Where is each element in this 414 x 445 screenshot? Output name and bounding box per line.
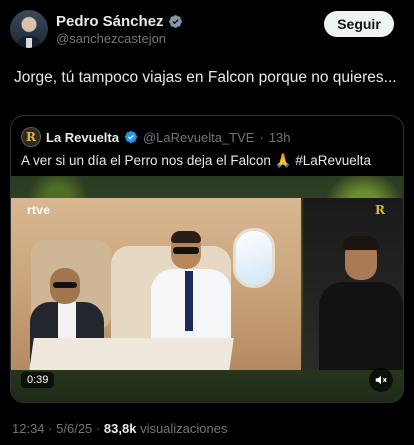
views-label: visualizaciones bbox=[140, 421, 228, 436]
views-count[interactable]: 83,8k bbox=[104, 421, 137, 436]
video-frame-presenter bbox=[303, 198, 403, 370]
video-player[interactable]: rtve R 0:39 bbox=[11, 176, 403, 402]
quoted-author-handle[interactable]: @LaRevuelta_TVE bbox=[143, 130, 254, 145]
plane-table bbox=[28, 338, 234, 370]
person-hair bbox=[171, 231, 201, 243]
author-name-row[interactable]: Pedro Sánchez bbox=[56, 13, 183, 30]
quoted-tweet[interactable]: R La Revuelta @LaRevuelta_TVE · 13h A ve… bbox=[10, 115, 404, 403]
tweet-text: Jorge, tú tampoco viajas en Falcon porqu… bbox=[14, 69, 397, 86]
broadcaster-logo: rtve bbox=[27, 203, 51, 217]
author-name[interactable]: Pedro Sánchez bbox=[56, 13, 164, 30]
show-corner-logo: R bbox=[375, 203, 385, 217]
tweet-date[interactable]: 5/6/25 bbox=[56, 421, 92, 436]
sunglasses bbox=[173, 247, 199, 254]
tweet-meta: 12:34 · 5/6/25 · 83,8k visualizaciones bbox=[12, 421, 228, 436]
meta-separator: · bbox=[48, 421, 53, 436]
verified-badge-icon bbox=[168, 15, 182, 28]
author-avatar[interactable] bbox=[10, 10, 48, 48]
verified-badge-icon bbox=[125, 131, 137, 143]
video-frame-plane-cabin bbox=[11, 198, 301, 370]
quoted-author-avatar[interactable]: R bbox=[21, 127, 41, 147]
meta-separator: · bbox=[95, 421, 101, 436]
person-hair bbox=[343, 236, 379, 250]
glasses bbox=[53, 282, 77, 288]
quoted-tweet-header: R La Revuelta @LaRevuelta_TVE · 13h bbox=[21, 127, 291, 147]
mute-button[interactable] bbox=[369, 368, 393, 392]
quoted-tweet-text: A ver si un día el Perro nos deja el Fal… bbox=[21, 153, 372, 168]
follow-button[interactable]: Seguir bbox=[324, 11, 394, 37]
quoted-separator: · bbox=[259, 129, 264, 145]
tweet-time[interactable]: 12:34 bbox=[12, 421, 45, 436]
speaker-muted-icon bbox=[375, 375, 387, 385]
video-duration: 0:39 bbox=[21, 372, 55, 388]
person-tie bbox=[185, 271, 193, 331]
quoted-author-name[interactable]: La Revuelta bbox=[46, 130, 119, 145]
tweet-header: Pedro Sánchez @sanchezcastejon Seguir bbox=[10, 10, 404, 50]
avatar-shirt bbox=[26, 38, 32, 48]
author-handle[interactable]: @sanchezcastejon bbox=[56, 31, 166, 46]
quoted-timestamp[interactable]: 13h bbox=[269, 130, 291, 145]
person-body bbox=[319, 282, 403, 370]
